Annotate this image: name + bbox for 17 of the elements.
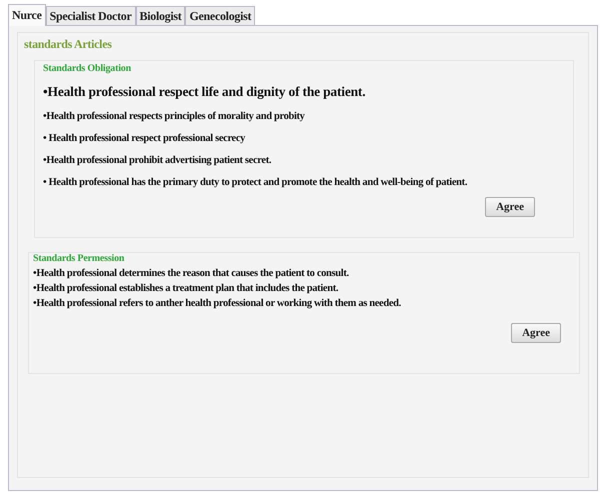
- standard-text: •Health professional respects principles of morality and probity: [43, 111, 306, 122]
- tab[interactable]: Biologist: [136, 6, 186, 25]
- group-title: standards Articles: [24, 37, 113, 52]
- tab[interactable]: Specialist Doctor: [46, 6, 136, 25]
- standard-text: •Health professional determines the reason that causes the patient to consult.: [33, 268, 350, 279]
- standard-text: • Health professional respect professional secrecy: [43, 133, 246, 144]
- standard-text: •Health professional prohibit advertising patient secret.: [43, 155, 272, 166]
- standard-text: •Health professional respect life and dignity of the patient.: [43, 84, 366, 100]
- standard-text: •Health professional establishes a treatment plan that includes the patient.: [33, 283, 340, 294]
- agree-button[interactable]: Agree: [511, 323, 561, 343]
- agree-button[interactable]: Agree: [485, 197, 535, 217]
- group-title: Standards Obligation: [43, 63, 132, 74]
- tab[interactable]: Nurce: [8, 4, 46, 26]
- standard-text: • Health professional has the primary duty to protect and promote the health and well-being of patient.: [43, 177, 468, 188]
- standard-text: •Health professional refers to anther health professional or working with them as needed.: [33, 298, 402, 309]
- group-title: Standards Permession: [33, 253, 126, 264]
- tab[interactable]: Genecologist: [185, 6, 256, 25]
